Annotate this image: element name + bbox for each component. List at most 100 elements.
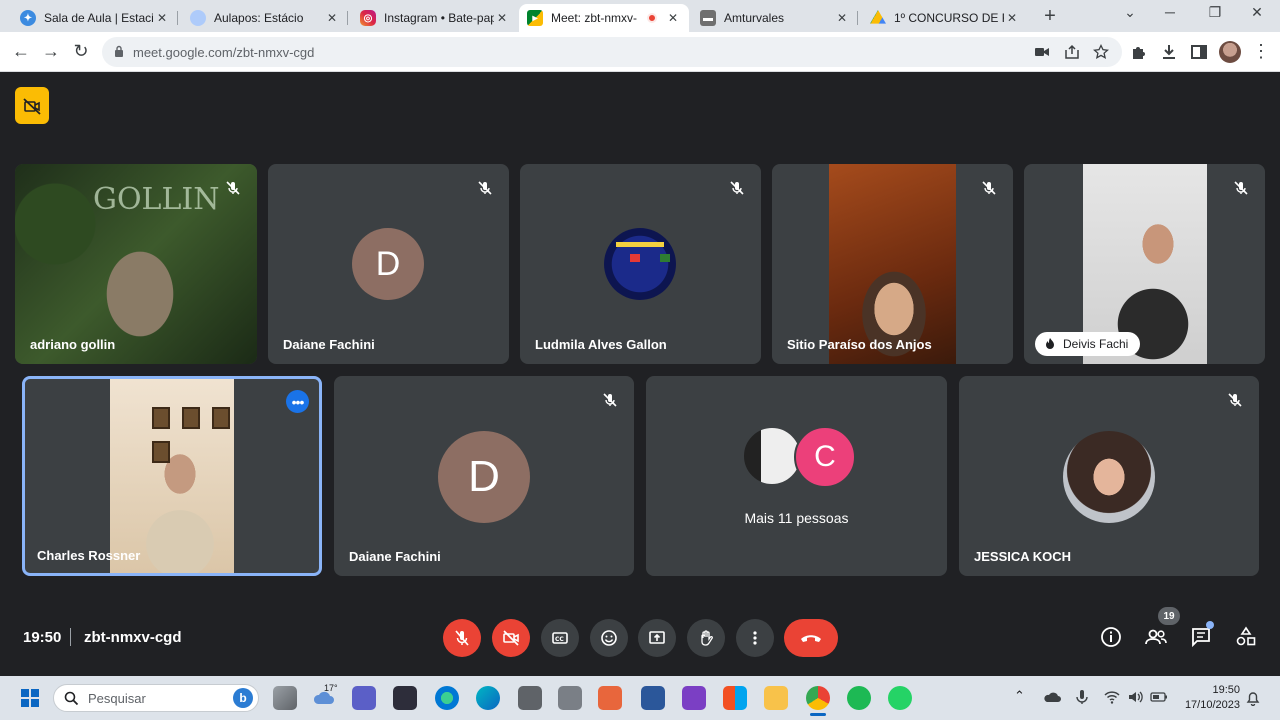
globe-app-icon[interactable] [476, 686, 500, 710]
participant-tile[interactable]: Sitio Paraíso dos Anjos [772, 164, 1013, 364]
tab-amturvales[interactable]: ▬ Amturvales ✕ [692, 4, 858, 32]
tab-search-chevron-icon[interactable]: ⌄ [1120, 4, 1140, 21]
extensions-puzzle-icon[interactable] [1130, 43, 1148, 61]
participant-tile[interactable]: Ludmila Alves Gallon [520, 164, 761, 364]
activities-shapes-icon [1236, 626, 1256, 646]
meeting-details-button[interactable] [1099, 625, 1123, 649]
participant-tile[interactable]: D Daiane Fachini [334, 376, 634, 576]
edge-browser-icon[interactable] [435, 686, 459, 710]
people-button[interactable] [1144, 625, 1168, 649]
windows-start-icon[interactable] [20, 688, 40, 708]
new-tab-button[interactable]: + [1040, 5, 1060, 28]
bookmark-star-icon[interactable] [1093, 44, 1109, 60]
profile-avatar[interactable] [1219, 41, 1241, 63]
raise-hand-button[interactable] [687, 619, 725, 657]
tab-instagram[interactable]: ◎ Instagram • Bate-pap ✕ [352, 4, 518, 32]
camera-in-use-icon[interactable] [1034, 44, 1050, 60]
mic-off-icon [603, 393, 617, 407]
mic-off-icon [1234, 181, 1248, 195]
audio-app-icon[interactable] [393, 686, 417, 710]
close-tab-icon[interactable]: ✕ [324, 11, 340, 25]
leave-call-button[interactable] [784, 619, 838, 657]
google-meet-favicon-icon: ▸ [527, 10, 543, 26]
divider [70, 628, 71, 646]
file-explorer-icon[interactable] [764, 686, 788, 710]
mic-off-icon [226, 181, 240, 195]
restore-window-icon[interactable]: ❐ [1205, 4, 1225, 21]
tray-chevron-icon[interactable]: ⌃ [1014, 688, 1025, 704]
microsoft-store-icon[interactable] [723, 686, 747, 710]
taskbar-clock-time[interactable]: 19:50 [1172, 684, 1240, 696]
participant-tile[interactable]: Deivis Fachi [1024, 164, 1265, 364]
present-screen-button[interactable] [638, 619, 676, 657]
unread-chat-indicator [1206, 621, 1214, 629]
bing-icon[interactable]: b [233, 688, 253, 708]
downloads-icon[interactable] [1160, 43, 1178, 61]
side-panel-icon[interactable] [1190, 43, 1208, 61]
close-tab-icon[interactable]: ✕ [494, 11, 510, 25]
present-screen-icon [649, 631, 665, 644]
participant-name: Deivis Fachi [1063, 337, 1129, 351]
battery-icon[interactable] [1150, 691, 1168, 703]
wifi-icon[interactable] [1104, 690, 1120, 704]
address-bar[interactable]: meet.google.com/zbt-nmxv-cgd [102, 37, 1122, 67]
taskbar-clock-date[interactable]: 17/10/2023 [1172, 699, 1240, 711]
participant-tile[interactable]: D Daiane Fachini [268, 164, 509, 364]
back-arrow-icon[interactable]: ← [10, 40, 32, 62]
tab-meet[interactable]: ▸ Meet: zbt-nmxv- ✕ [519, 4, 689, 32]
task-view-icon[interactable] [273, 686, 297, 710]
camera-off-badge[interactable] [15, 87, 49, 124]
background-sign-logo: GOLLIN [93, 182, 220, 217]
camera-app-icon[interactable] [558, 686, 582, 710]
more-options-button[interactable]: ••• [286, 390, 309, 413]
mic-toggle-button[interactable] [443, 619, 481, 657]
reload-icon[interactable]: ↻ [70, 40, 92, 62]
whatsapp-icon[interactable] [888, 686, 912, 710]
spotify-icon[interactable] [847, 686, 871, 710]
microphone-tray-icon[interactable] [1075, 689, 1089, 705]
minimize-window-icon[interactable]: ─ [1160, 4, 1180, 20]
close-tab-icon[interactable]: ✕ [834, 11, 850, 25]
participant-name-pill: Deivis Fachi [1035, 332, 1141, 356]
close-tab-icon[interactable]: ✕ [1004, 11, 1020, 25]
taskbar-search-box[interactable]: Pesquisar b [53, 684, 259, 712]
volume-icon[interactable] [1127, 690, 1143, 704]
word-icon[interactable] [641, 686, 665, 710]
forward-arrow-icon[interactable]: → [40, 40, 62, 62]
chat-icon [1192, 628, 1210, 648]
chrome-taskbar-icon[interactable] [806, 686, 830, 710]
tab-aulapos[interactable]: Aulapos: Estácio ✕ [182, 4, 348, 32]
activities-button[interactable] [1234, 625, 1258, 649]
more-options-button[interactable] [736, 619, 774, 657]
close-tab-icon[interactable]: ✕ [665, 11, 681, 25]
estacio-favicon-icon: ✦ [20, 10, 36, 26]
video-off-icon [503, 630, 519, 646]
people-count-badge: 19 [1158, 607, 1180, 625]
notification-bell-icon[interactable] [1246, 690, 1260, 706]
tab-title: Amturvales [724, 11, 785, 25]
camera-toggle-button[interactable] [492, 619, 530, 657]
participant-tile[interactable]: ••• Charles Rossner [22, 376, 322, 576]
onedrive-cloud-icon[interactable] [1043, 690, 1061, 704]
meeting-code: zbt-nmxv-cgd [84, 629, 182, 646]
info-icon [1101, 627, 1121, 647]
clipchamp-icon[interactable] [682, 686, 706, 710]
teams-chat-icon[interactable] [352, 686, 376, 710]
participant-tile-group[interactable]: C Mais 11 pessoas [646, 376, 947, 576]
tab-concurso[interactable]: 1º CONCURSO DE FC ✕ [862, 4, 1028, 32]
close-tab-icon[interactable]: ✕ [154, 11, 170, 25]
browser-toolbar: ← → ↻ meet.google.com/zbt-nmxv-cgd ⋮ [0, 32, 1280, 72]
participant-tile[interactable]: GOLLIN adriano gollin [15, 164, 257, 364]
tab-sala-de-aula[interactable]: ✦ Sala de Aula | Estacio ✕ [12, 4, 178, 32]
reactions-button[interactable] [590, 619, 628, 657]
media-player-icon[interactable] [598, 686, 622, 710]
captions-button[interactable]: CC [541, 619, 579, 657]
calculator-icon[interactable] [518, 686, 542, 710]
close-window-icon[interactable]: ✕ [1247, 4, 1267, 21]
pin-flame-icon [1046, 338, 1054, 349]
chrome-menu-icon[interactable]: ⋮ [1250, 40, 1272, 62]
closed-captions-icon: CC [552, 632, 568, 644]
participant-tile[interactable]: JESSICA KOCH [959, 376, 1259, 576]
share-icon[interactable] [1064, 44, 1080, 60]
tab-divider [177, 11, 178, 25]
